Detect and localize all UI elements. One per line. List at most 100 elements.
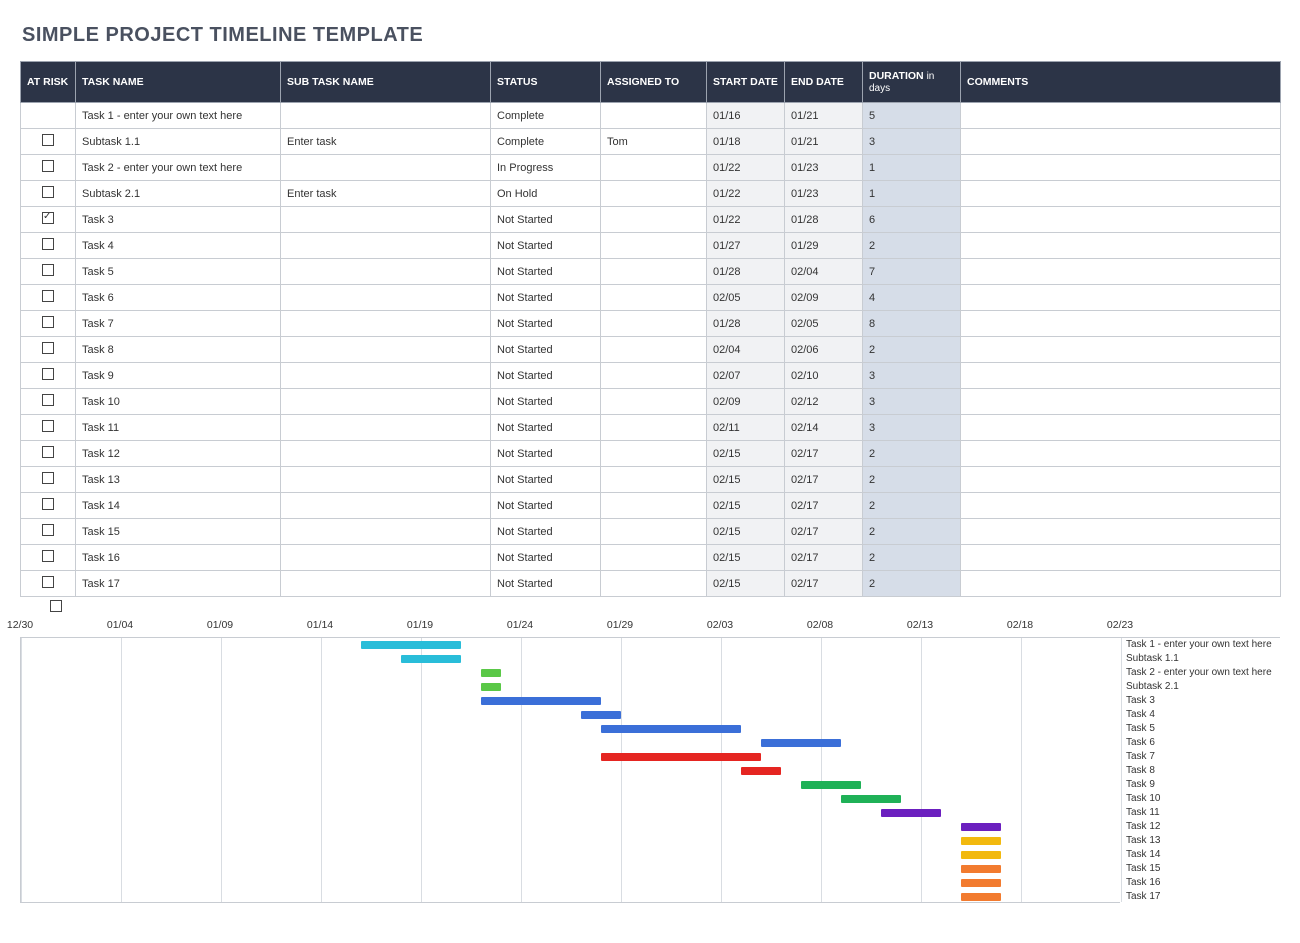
assigned-cell[interactable] bbox=[601, 181, 707, 207]
at-risk-checkbox[interactable] bbox=[42, 160, 54, 172]
task-name-cell[interactable]: Task 10 bbox=[76, 389, 281, 415]
at-risk-checkbox[interactable] bbox=[42, 394, 54, 406]
at-risk-checkbox[interactable] bbox=[42, 264, 54, 276]
subtask-cell[interactable]: Enter task bbox=[281, 129, 491, 155]
assigned-cell[interactable] bbox=[601, 311, 707, 337]
comments-cell[interactable] bbox=[961, 155, 1281, 181]
assigned-cell[interactable] bbox=[601, 337, 707, 363]
status-cell[interactable]: Not Started bbox=[491, 415, 601, 441]
assigned-cell[interactable] bbox=[601, 233, 707, 259]
comments-cell[interactable] bbox=[961, 129, 1281, 155]
end-date-cell[interactable]: 01/28 bbox=[785, 207, 863, 233]
subtask-cell[interactable] bbox=[281, 519, 491, 545]
start-date-cell[interactable]: 01/18 bbox=[707, 129, 785, 155]
start-date-cell[interactable]: 01/22 bbox=[707, 207, 785, 233]
status-cell[interactable]: Not Started bbox=[491, 233, 601, 259]
status-cell[interactable]: Not Started bbox=[491, 571, 601, 597]
end-date-cell[interactable]: 02/14 bbox=[785, 415, 863, 441]
status-cell[interactable]: Not Started bbox=[491, 519, 601, 545]
status-cell[interactable]: Not Started bbox=[491, 441, 601, 467]
assigned-cell[interactable] bbox=[601, 441, 707, 467]
gantt-bar[interactable] bbox=[581, 711, 621, 719]
task-name-cell[interactable]: Task 14 bbox=[76, 493, 281, 519]
status-cell[interactable]: On Hold bbox=[491, 181, 601, 207]
gantt-bar[interactable] bbox=[601, 753, 761, 761]
assigned-cell[interactable] bbox=[601, 493, 707, 519]
at-risk-checkbox[interactable] bbox=[42, 524, 54, 536]
comments-cell[interactable] bbox=[961, 545, 1281, 571]
start-date-cell[interactable]: 01/28 bbox=[707, 259, 785, 285]
at-risk-checkbox[interactable] bbox=[42, 212, 54, 224]
subtask-cell[interactable] bbox=[281, 389, 491, 415]
comments-cell[interactable] bbox=[961, 363, 1281, 389]
end-date-cell[interactable]: 02/17 bbox=[785, 467, 863, 493]
end-date-cell[interactable]: 01/21 bbox=[785, 103, 863, 129]
comments-cell[interactable] bbox=[961, 571, 1281, 597]
start-date-cell[interactable]: 01/16 bbox=[707, 103, 785, 129]
start-date-cell[interactable]: 01/28 bbox=[707, 311, 785, 337]
gantt-bar[interactable] bbox=[481, 683, 501, 691]
gantt-bar[interactable] bbox=[961, 893, 1001, 901]
comments-cell[interactable] bbox=[961, 415, 1281, 441]
comments-cell[interactable] bbox=[961, 103, 1281, 129]
start-date-cell[interactable]: 02/15 bbox=[707, 441, 785, 467]
status-cell[interactable]: Not Started bbox=[491, 311, 601, 337]
subtask-cell[interactable] bbox=[281, 311, 491, 337]
gantt-bar[interactable] bbox=[761, 739, 841, 747]
gantt-bar[interactable] bbox=[961, 879, 1001, 887]
end-date-cell[interactable]: 02/04 bbox=[785, 259, 863, 285]
subtask-cell[interactable] bbox=[281, 233, 491, 259]
at-risk-checkbox[interactable] bbox=[42, 472, 54, 484]
end-date-cell[interactable]: 02/17 bbox=[785, 519, 863, 545]
at-risk-checkbox-extra[interactable] bbox=[50, 600, 62, 612]
status-cell[interactable]: Not Started bbox=[491, 363, 601, 389]
end-date-cell[interactable]: 02/10 bbox=[785, 363, 863, 389]
task-name-cell[interactable]: Task 4 bbox=[76, 233, 281, 259]
task-name-cell[interactable]: Task 13 bbox=[76, 467, 281, 493]
comments-cell[interactable] bbox=[961, 233, 1281, 259]
at-risk-checkbox[interactable] bbox=[42, 134, 54, 146]
subtask-cell[interactable] bbox=[281, 259, 491, 285]
assigned-cell[interactable] bbox=[601, 285, 707, 311]
gantt-bar[interactable] bbox=[961, 851, 1001, 859]
start-date-cell[interactable]: 02/04 bbox=[707, 337, 785, 363]
at-risk-checkbox[interactable] bbox=[42, 368, 54, 380]
end-date-cell[interactable]: 02/17 bbox=[785, 571, 863, 597]
task-name-cell[interactable]: Task 1 - enter your own text here bbox=[76, 103, 281, 129]
comments-cell[interactable] bbox=[961, 493, 1281, 519]
subtask-cell[interactable] bbox=[281, 467, 491, 493]
gantt-bar[interactable] bbox=[881, 809, 941, 817]
at-risk-checkbox[interactable] bbox=[42, 316, 54, 328]
comments-cell[interactable] bbox=[961, 259, 1281, 285]
subtask-cell[interactable] bbox=[281, 415, 491, 441]
end-date-cell[interactable]: 02/17 bbox=[785, 545, 863, 571]
comments-cell[interactable] bbox=[961, 337, 1281, 363]
start-date-cell[interactable]: 02/15 bbox=[707, 519, 785, 545]
comments-cell[interactable] bbox=[961, 467, 1281, 493]
task-name-cell[interactable]: Task 8 bbox=[76, 337, 281, 363]
start-date-cell[interactable]: 01/22 bbox=[707, 155, 785, 181]
gantt-bar[interactable] bbox=[961, 837, 1001, 845]
task-name-cell[interactable]: Subtask 1.1 bbox=[76, 129, 281, 155]
status-cell[interactable]: Not Started bbox=[491, 285, 601, 311]
start-date-cell[interactable]: 02/09 bbox=[707, 389, 785, 415]
subtask-cell[interactable] bbox=[281, 493, 491, 519]
start-date-cell[interactable]: 02/05 bbox=[707, 285, 785, 311]
gantt-bar[interactable] bbox=[481, 697, 601, 705]
start-date-cell[interactable]: 01/27 bbox=[707, 233, 785, 259]
status-cell[interactable]: Not Started bbox=[491, 493, 601, 519]
at-risk-checkbox[interactable] bbox=[42, 342, 54, 354]
assigned-cell[interactable] bbox=[601, 103, 707, 129]
task-name-cell[interactable]: Task 3 bbox=[76, 207, 281, 233]
status-cell[interactable]: Complete bbox=[491, 103, 601, 129]
at-risk-checkbox[interactable] bbox=[42, 550, 54, 562]
status-cell[interactable]: Not Started bbox=[491, 337, 601, 363]
at-risk-checkbox[interactable] bbox=[42, 290, 54, 302]
gantt-bar[interactable] bbox=[961, 865, 1001, 873]
task-name-cell[interactable]: Task 15 bbox=[76, 519, 281, 545]
comments-cell[interactable] bbox=[961, 389, 1281, 415]
assigned-cell[interactable] bbox=[601, 259, 707, 285]
status-cell[interactable]: Not Started bbox=[491, 259, 601, 285]
end-date-cell[interactable]: 01/29 bbox=[785, 233, 863, 259]
assigned-cell[interactable] bbox=[601, 207, 707, 233]
